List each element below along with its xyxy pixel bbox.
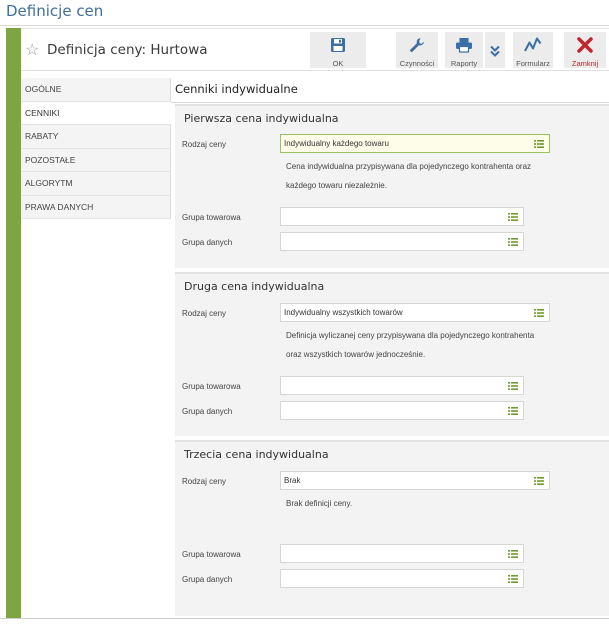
list-icon[interactable]: [508, 574, 518, 584]
list-icon[interactable]: [508, 549, 518, 559]
sidebar-item-cenniki[interactable]: CENNIKI: [21, 101, 171, 125]
raporty-button[interactable]: Raporty: [445, 32, 483, 68]
rodzaj-ceny-value: Brak: [284, 476, 301, 485]
grupa-danych-label: Grupa danych: [182, 407, 233, 416]
accent-bar: [6, 28, 21, 618]
section-druga-cena: Druga cena indywidualna Rodzaj ceny Indy…: [175, 272, 609, 436]
rodzaj-ceny-label: Rodzaj ceny: [182, 140, 227, 149]
sidebar-item-pozostale[interactable]: POZOSTAŁE: [21, 148, 171, 172]
list-icon[interactable]: [534, 139, 544, 149]
zamknij-button[interactable]: Zamknij: [564, 32, 606, 68]
sidebar-item-rabaty[interactable]: RABATY: [21, 125, 171, 149]
raporty-label: Raporty: [450, 59, 478, 68]
form-header: ☆ Definicja ceny: Hurtowa OK Czynności R…: [21, 29, 609, 71]
ok-label: OK: [332, 59, 344, 68]
czynnosci-label: Czynności: [399, 59, 435, 68]
grupa-danych-field[interactable]: [280, 569, 524, 588]
rodzaj-ceny-value: Indywidualny każdego towaru: [284, 139, 389, 148]
printer-icon: [456, 38, 472, 53]
description-line: każdego towaru niezależnie.: [286, 181, 387, 190]
section-title: Trzecia cena indywidualna: [184, 448, 329, 461]
zamknij-label: Zamknij: [571, 59, 599, 68]
czynnosci-button[interactable]: Czynności: [396, 32, 438, 68]
form-title: Definicja ceny: Hurtowa: [47, 42, 208, 58]
description-line: oraz wszystkich towarów jednocześnie.: [286, 350, 426, 359]
list-icon[interactable]: [534, 308, 544, 318]
grupa-danych-label: Grupa danych: [182, 575, 233, 584]
description-line: Definicja wyliczanej ceny przypisywana d…: [286, 331, 535, 340]
divider: [0, 25, 609, 26]
ok-button[interactable]: OK: [310, 32, 366, 68]
grupa-towarowa-label: Grupa towarowa: [182, 550, 241, 559]
grupa-towarowa-field[interactable]: [280, 544, 524, 563]
page-title: Cenniki indywidualne: [175, 82, 298, 96]
sidebar-item-prawa-danych[interactable]: PRAWA DANYCH: [21, 195, 171, 219]
list-icon[interactable]: [508, 237, 518, 247]
section-description: Brak definicji ceny.: [286, 494, 576, 513]
grupa-towarowa-field[interactable]: [280, 207, 524, 226]
section-pierwsza-cena: Pierwsza cena indywidualna Rodzaj ceny I…: [175, 104, 609, 268]
list-icon[interactable]: [508, 212, 518, 222]
section-description: Cena indywidualna przypisywana dla pojed…: [286, 157, 576, 195]
rodzaj-ceny-field[interactable]: Indywidualny wszystkich towarów: [280, 303, 550, 322]
grupa-towarowa-label: Grupa towarowa: [182, 213, 241, 222]
description-line: Cena indywidualna przypisywana dla pojed…: [286, 162, 532, 171]
sidebar-item-algorytm[interactable]: ALGORYTM: [21, 172, 171, 196]
sidebar-item-ogolne[interactable]: OGÓLNE: [21, 78, 171, 102]
close-icon: [577, 37, 593, 53]
raporty-dropdown-button[interactable]: [485, 32, 505, 68]
star-icon[interactable]: ☆: [25, 40, 39, 60]
section-trzecia-cena: Trzecia cena indywidualna Rodzaj ceny Br…: [175, 440, 609, 616]
wrench-icon: [410, 38, 424, 52]
formularz-label: Formularz: [516, 59, 550, 68]
section-title: Pierwsza cena indywidualna: [184, 112, 339, 125]
rodzaj-ceny-label: Rodzaj ceny: [182, 309, 227, 318]
grupa-danych-field[interactable]: [280, 401, 524, 420]
sidebar: OGÓLNE CENNIKI RABATY POZOSTAŁE ALGORYTM…: [21, 78, 171, 219]
chart-line-icon: [524, 37, 542, 52]
list-icon[interactable]: [508, 406, 518, 416]
rodzaj-ceny-field[interactable]: Brak: [280, 471, 550, 490]
chevron-double-down-icon: [490, 45, 500, 57]
rodzaj-ceny-field[interactable]: Indywidualny każdego towaru: [280, 134, 550, 153]
rodzaj-ceny-value: Indywidualny wszystkich towarów: [284, 308, 403, 317]
grupa-danych-field[interactable]: [280, 232, 524, 251]
section-title: Druga cena indywidualna: [184, 280, 325, 293]
list-icon[interactable]: [508, 381, 518, 391]
list-icon[interactable]: [534, 476, 544, 486]
section-description: Definicja wyliczanej ceny przypisywana d…: [286, 326, 576, 364]
grupa-danych-label: Grupa danych: [182, 238, 233, 247]
grupa-towarowa-label: Grupa towarowa: [182, 382, 241, 391]
rodzaj-ceny-label: Rodzaj ceny: [182, 477, 227, 486]
form-window: ☆ Definicja ceny: Hurtowa OK Czynności R…: [21, 28, 609, 618]
divider: [171, 102, 609, 103]
main-content: Cenniki indywidualne Pierwsza cena indyw…: [171, 78, 609, 619]
description-line: Brak definicji ceny.: [286, 499, 353, 508]
app-title: Definicje cen: [6, 2, 104, 20]
formularz-button[interactable]: Formularz: [513, 32, 553, 68]
save-icon: [331, 38, 345, 52]
grupa-towarowa-field[interactable]: [280, 376, 524, 395]
divider: [0, 618, 609, 619]
